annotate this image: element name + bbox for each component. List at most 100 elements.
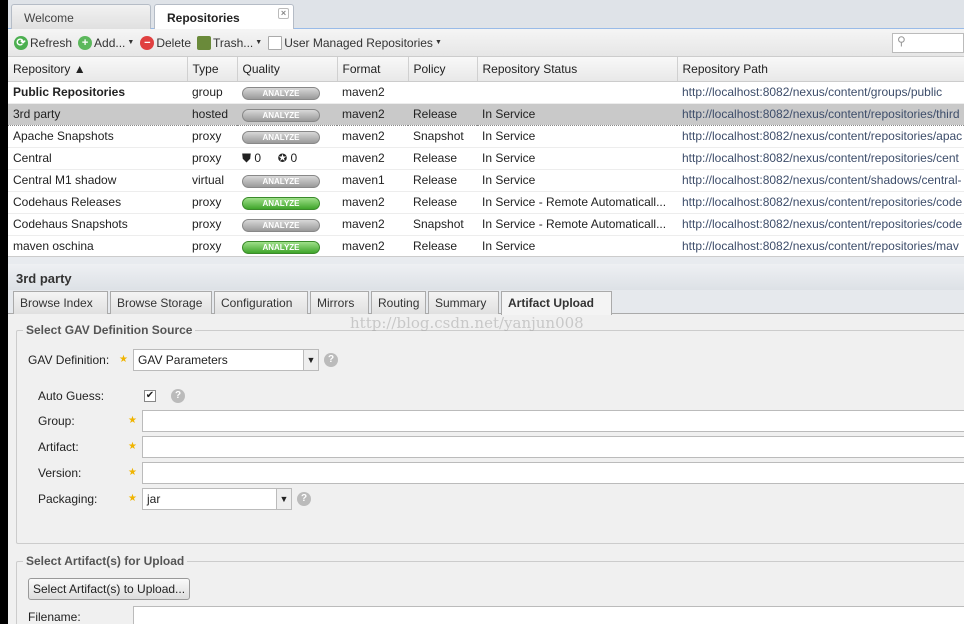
repo-path-link[interactable]: http://localhost:8082/nexus/content/repo… [677,235,964,258]
repo-path-link[interactable]: http://localhost:8082/nexus/content/repo… [677,147,964,170]
chevron-down-icon: ▼ [255,39,263,46]
repo-type: group [187,81,237,104]
repo-path-link[interactable]: http://localhost:8082/nexus/content/shad… [677,169,964,192]
column-header[interactable]: Format [337,57,409,82]
shield-count: 0 [254,150,262,165]
analyze-button[interactable]: ANALYZE [242,174,320,188]
help-icon[interactable]: ? [324,353,338,367]
analyze-button[interactable]: ANALYZE [242,218,320,232]
repo-name: Codehaus Releases [8,191,187,214]
gav-definition-select[interactable]: GAV Parameters ▼ [133,349,319,371]
column-header[interactable]: Repository ▲ [8,57,188,82]
chevron-down-icon: ▼ [434,39,442,46]
table-row[interactable]: Codehaus Snapshots proxy ANALYZE maven2 Snap… [8,213,964,236]
column-header[interactable]: Repository Path [677,57,964,82]
repo-quality: ANALYZE [237,125,337,148]
repo-format: maven2 [337,213,408,236]
repo-status: In Service [477,147,677,170]
repo-type: hosted [187,103,237,126]
tab-welcome[interactable]: Welcome [11,4,151,29]
table-row[interactable]: 3rd party hosted ANALYZE maven2 Release In Se… [8,103,964,126]
detail-tab[interactable]: Browse Index [13,291,108,314]
add-button[interactable]: + Add... ▼ [78,35,135,50]
required-star-icon: ★ [128,467,137,478]
help-icon[interactable]: ? [171,389,185,403]
column-header[interactable]: Type [187,57,238,82]
repo-path-link[interactable]: http://localhost:8082/nexus/content/grou… [677,81,964,104]
repo-path-link[interactable]: http://localhost:8082/nexus/content/repo… [677,191,964,214]
repo-quality: ANALYZE [237,191,337,214]
repo-status: In Service [477,103,677,126]
shield-icon: ⛊ [242,150,252,165]
table-row[interactable]: Central proxy ⛊ 0 ✪ 0 maven2 Release In Servi… [8,147,964,170]
analyze-button[interactable]: ANALYZE [242,130,320,144]
group-input[interactable] [142,410,964,432]
detail-tab[interactable]: Summary [428,291,499,314]
artifact-input[interactable] [142,436,964,458]
column-header[interactable]: Quality [237,57,338,82]
search-input[interactable]: ⚲ [892,33,964,53]
detail-tab[interactable]: Configuration [214,291,308,314]
filename-input[interactable] [133,606,964,624]
repo-type: proxy [187,235,237,258]
repo-quality: ANALYZE [237,103,337,126]
add-label: Add... [94,35,126,50]
trash-button[interactable]: Trash... ▼ [197,35,263,50]
detail-tab[interactable]: Artifact Upload [501,291,612,315]
gav-definition-label: GAV Definition: [28,353,110,367]
refresh-button[interactable]: ⟳ Refresh [14,35,72,50]
analyze-button[interactable]: ANALYZE [242,86,320,100]
repo-status: In Service [477,125,677,148]
analyze-button[interactable]: ANALYZE [242,108,320,122]
help-icon[interactable]: ? [297,492,311,506]
detail-tab[interactable]: Browse Storage [110,291,212,314]
detail-tab[interactable]: Mirrors [310,291,369,314]
required-star-icon: ★ [128,493,137,504]
upload-legend: Select Artifact(s) for Upload [23,554,188,568]
column-header[interactable]: Policy [408,57,478,82]
repo-status [477,81,677,104]
column-header[interactable]: Repository Status [477,57,678,82]
gav-fieldset: Select GAV Definition Source GAV Definit… [16,323,964,544]
table-row[interactable]: Public Repositories group ANALYZE maven2 htt… [8,81,964,104]
auto-guess-checkbox[interactable]: ✔ [144,390,156,402]
repo-status: In Service [477,235,677,258]
delete-label: Delete [156,35,192,50]
repo-format: maven1 [337,169,408,192]
required-star-icon: ★ [128,441,137,452]
group-label: Group: [38,414,75,428]
version-input[interactable] [142,462,964,484]
repo-path-link[interactable]: http://localhost:8082/nexus/content/repo… [677,213,964,236]
detail-tab[interactable]: Routing [371,291,426,314]
repo-quality: ANALYZE [237,213,337,236]
close-icon[interactable]: × [278,8,289,19]
repo-path-link[interactable]: http://localhost:8082/nexus/content/repo… [677,103,964,126]
packaging-select[interactable]: jar ▼ [142,488,292,510]
repo-type: proxy [187,147,237,170]
user-managed-repositories-button[interactable]: User Managed Repositories ▼ [268,35,442,50]
select-artifacts-button[interactable]: Select Artifact(s) to Upload... [28,578,191,600]
detail-tabs: Browse Index Browse Storage Configuration M… [8,290,964,315]
repo-format: maven2 [337,125,408,148]
analyze-button[interactable]: ANALYZE [242,240,320,254]
table-row[interactable]: Apache Snapshots proxy ANALYZE maven2 Snapsh… [8,125,964,148]
gav-legend: Select GAV Definition Source [23,323,196,337]
repo-policy: Snapshot [408,213,477,236]
app: Welcome Repositories × ⟳ Refresh + Add... ▼ … [8,0,964,624]
upload-fieldset: Select Artifact(s) for Upload Select Art… [16,554,964,624]
analyze-button[interactable]: ANALYZE [242,196,320,210]
table-row[interactable]: Codehaus Releases proxy ANALYZE maven2 Relea… [8,191,964,214]
repo-policy: Snapshot [408,125,477,148]
splitter[interactable] [8,256,964,264]
delete-button[interactable]: − Delete [140,35,192,50]
repo-quality: ANALYZE [237,81,337,104]
tab-label: Repositories [167,11,240,25]
chevron-down-icon: ▼ [127,39,135,46]
repo-path-link[interactable]: http://localhost:8082/nexus/content/repo… [677,125,964,148]
chevron-down-icon: ▼ [276,489,291,509]
table-row[interactable]: Central M1 shadow virtual ANALYZE maven1 Rel… [8,169,964,192]
tab-repositories[interactable]: Repositories × [154,4,294,29]
repo-format: maven2 [337,235,408,258]
repo-status: In Service [477,169,677,192]
table-row[interactable]: maven oschina proxy ANALYZE maven2 Release In… [8,235,964,258]
